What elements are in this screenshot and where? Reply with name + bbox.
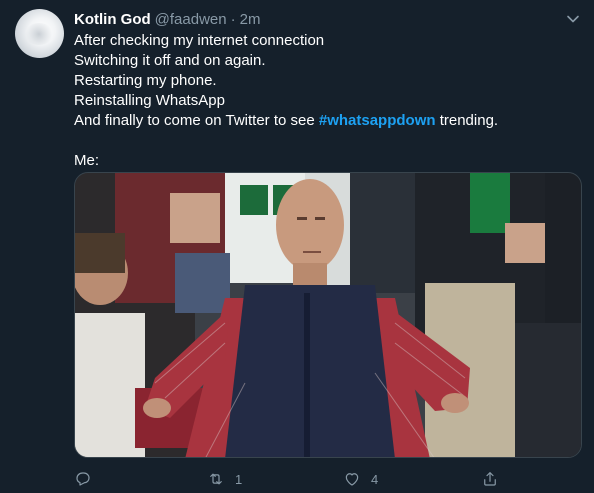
tweet-line: Restarting my phone. <box>74 72 217 89</box>
chevron-down-icon[interactable] <box>566 12 580 26</box>
like-count: 4 <box>371 471 379 487</box>
tweet[interactable]: Kotlin God @faadwen · 2m After checking … <box>0 0 594 493</box>
author-name[interactable]: Kotlin God <box>74 11 151 28</box>
share-button[interactable] <box>481 467 509 491</box>
reply-icon <box>76 472 90 486</box>
tweet-header: Kotlin God @faadwen · 2m <box>74 9 260 29</box>
tweet-line-hashtag: And finally to come on Twitter to see #w… <box>74 111 579 131</box>
tweet-line: Switching it off and on again. <box>74 52 266 69</box>
tweet-line-me: Me: <box>74 152 100 169</box>
tweet-media-photo[interactable] <box>74 172 582 458</box>
retweet-count: 1 <box>235 471 243 487</box>
separator-dot: · <box>230 10 236 28</box>
tweet-line-suffix: trending. <box>435 112 499 129</box>
meme-photo <box>75 173 581 457</box>
heart-icon <box>345 473 359 486</box>
share-icon <box>484 472 496 486</box>
tweet-line: Reinstalling WhatsApp <box>74 92 225 109</box>
tweet-actions: 1 4 <box>74 467 504 491</box>
retweet-icon <box>210 473 222 485</box>
hashtag-link[interactable]: #whatsappdown <box>319 112 436 129</box>
tweet-timestamp[interactable]: 2m <box>240 11 261 28</box>
like-button[interactable]: 4 <box>343 467 378 491</box>
retweet-button[interactable]: 1 <box>207 467 242 491</box>
tweet-text: After checking my internet connection Sw… <box>74 31 579 171</box>
tweet-line-prefix: And finally to come on Twitter to see <box>74 112 319 129</box>
author-handle[interactable]: @faadwen <box>155 11 227 28</box>
tweet-line: After checking my internet connection <box>74 32 325 49</box>
reply-button[interactable] <box>74 467 102 491</box>
avatar[interactable] <box>15 9 64 58</box>
